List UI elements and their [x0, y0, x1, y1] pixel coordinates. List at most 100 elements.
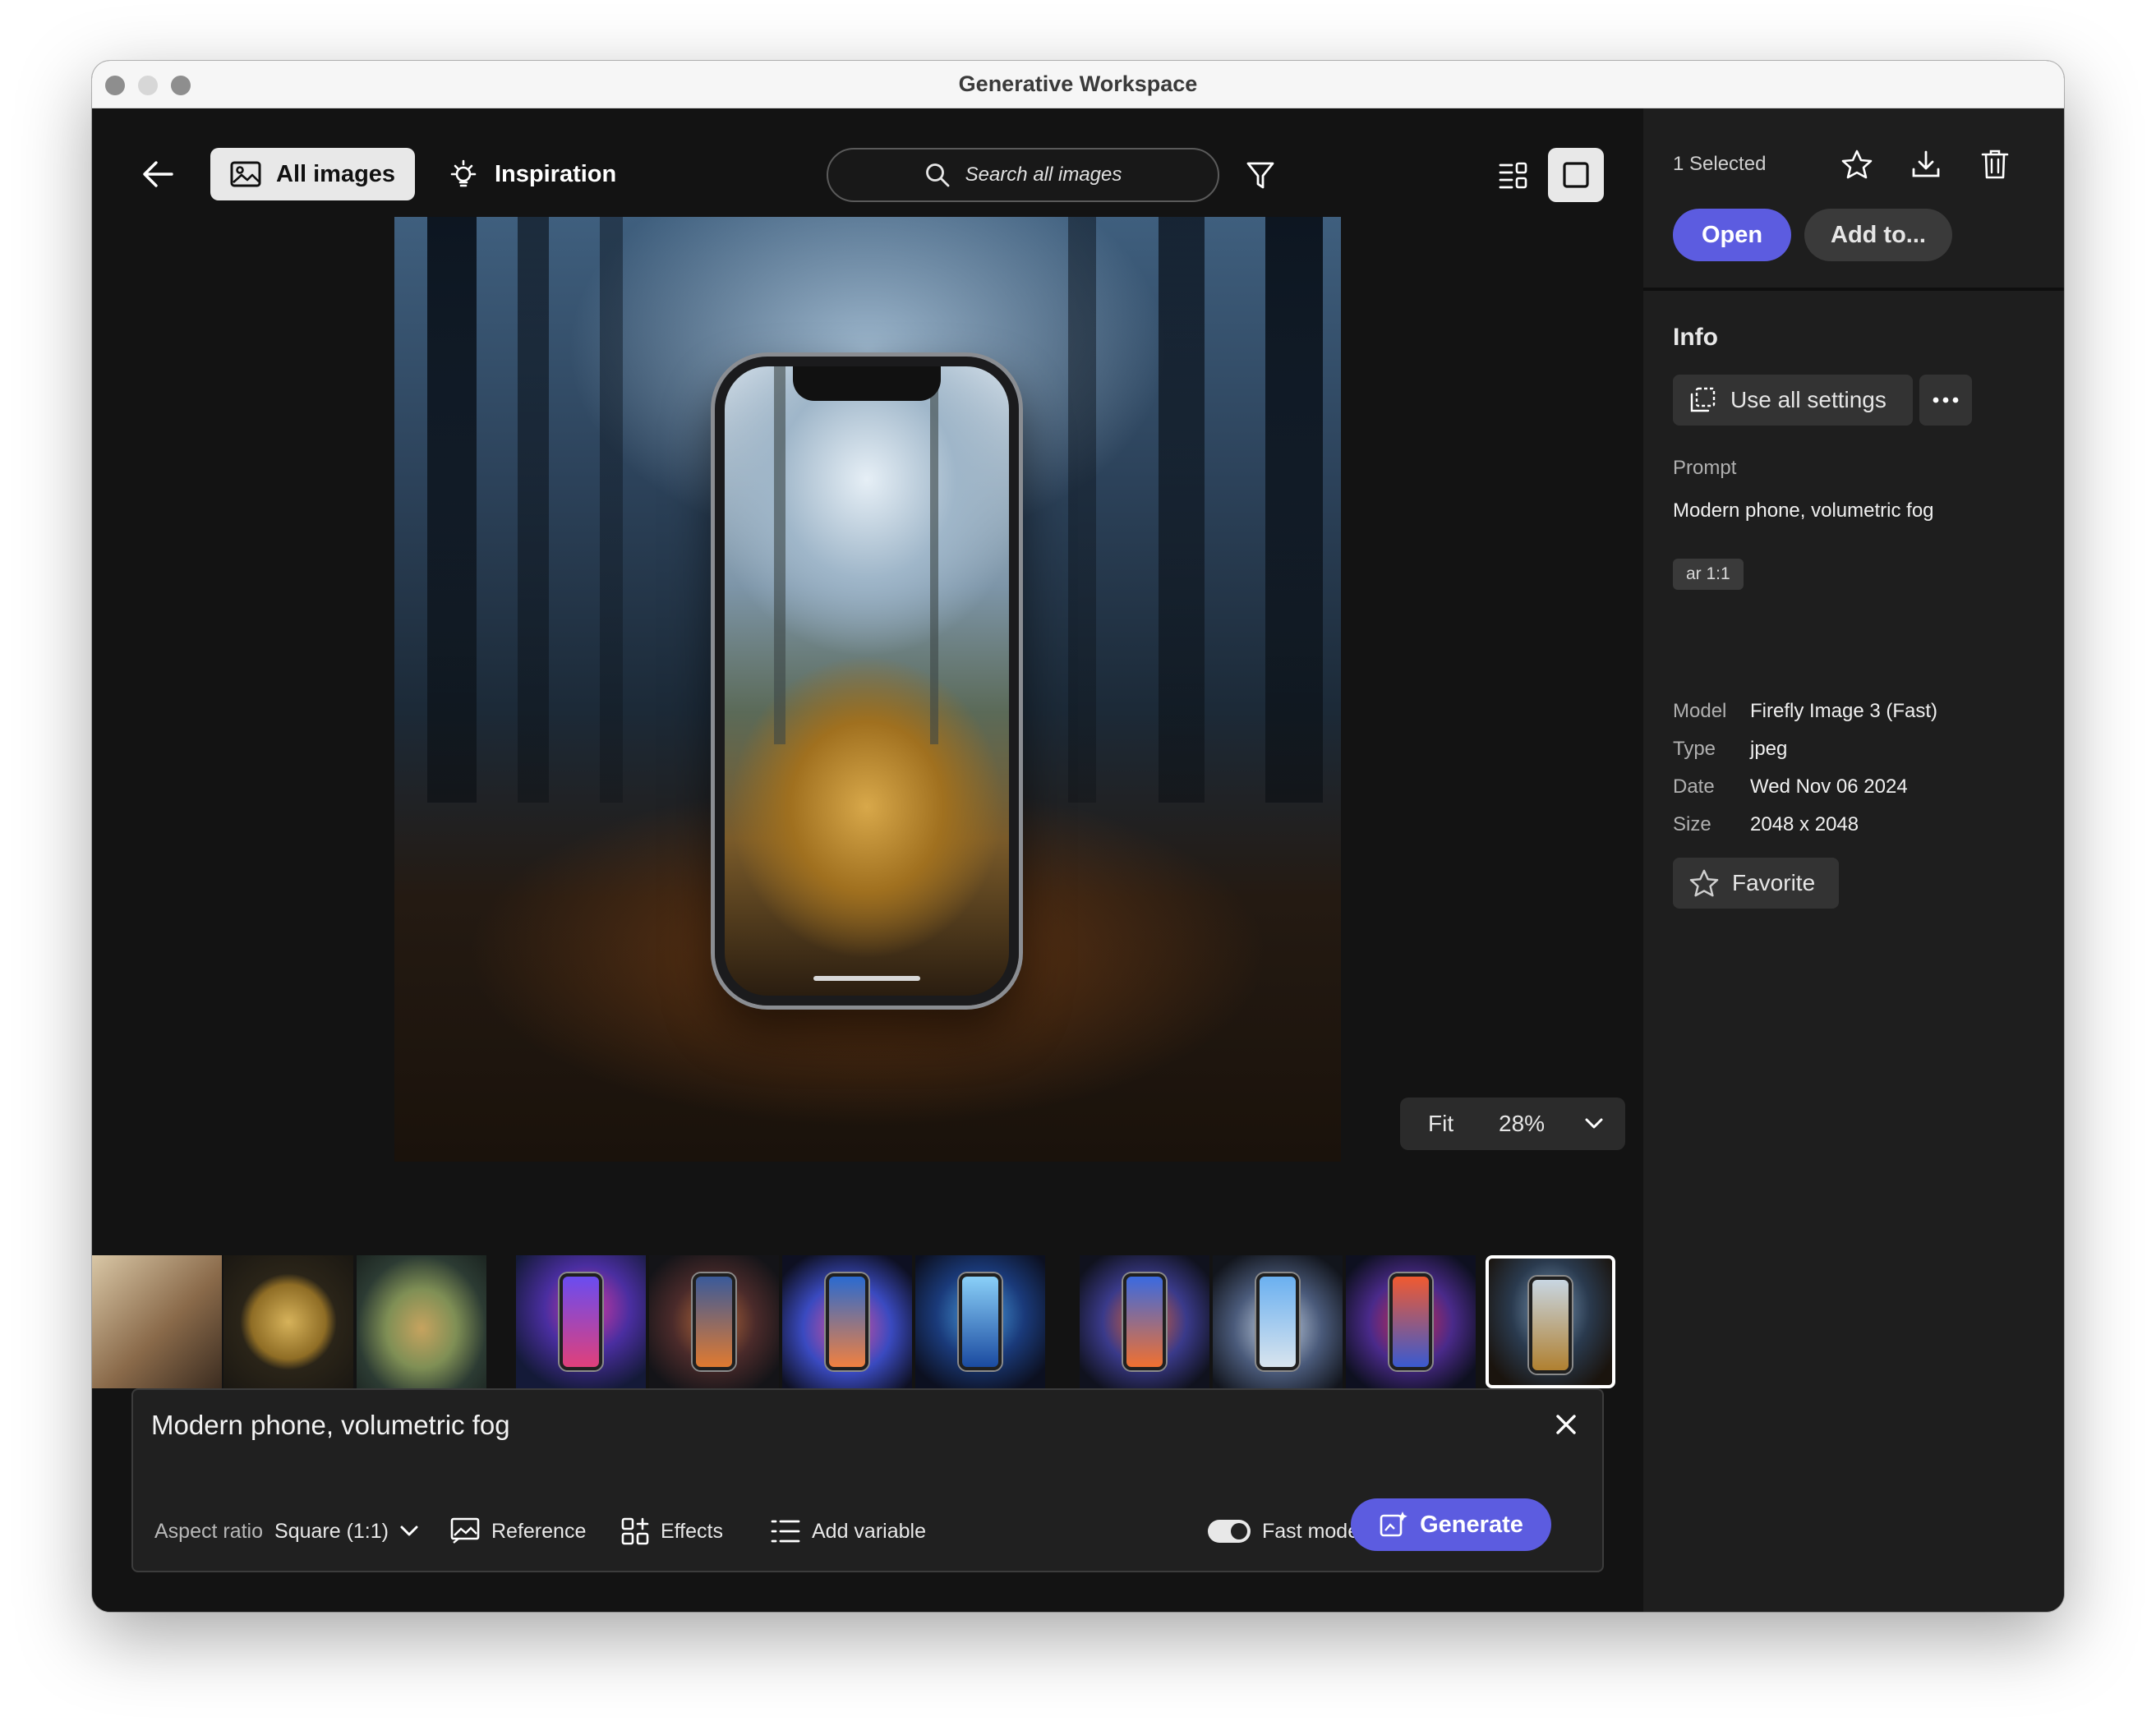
- prompt-input[interactable]: Modern phone, volumetric fog: [151, 1410, 510, 1441]
- tree-trunk: [1068, 217, 1096, 803]
- tree-trunk: [600, 217, 623, 803]
- fit-button[interactable]: Fit: [1400, 1111, 1499, 1137]
- back-button[interactable]: [133, 150, 182, 199]
- details-panel: 1 Selected Open Add to... Info Use all s…: [1643, 108, 2064, 1612]
- square-icon: [1563, 162, 1589, 188]
- title-bar: Generative Workspace: [92, 61, 2064, 108]
- effects-button[interactable]: Effects: [621, 1512, 723, 1551]
- preview-image[interactable]: [394, 217, 1341, 1162]
- thumbnail[interactable]: [649, 1255, 779, 1388]
- list-icon: [771, 1520, 800, 1543]
- thumbnail[interactable]: [915, 1255, 1045, 1388]
- window-controls: [105, 76, 191, 95]
- aspect-ratio-value: Square (1:1): [274, 1519, 389, 1543]
- reference-label: Reference: [491, 1519, 587, 1543]
- list-view-icon: [1499, 162, 1527, 189]
- favorite-button[interactable]: Favorite: [1673, 858, 1839, 909]
- trash-icon: [1981, 150, 2009, 179]
- chevron-down-icon[interactable]: [1584, 1117, 1604, 1130]
- aspect-tag: ar 1:1: [1673, 559, 1744, 590]
- detail-label-type: Type: [1673, 738, 1716, 760]
- lightbulb-icon: [450, 159, 477, 187]
- zoom-control[interactable]: Fit 28%: [1400, 1098, 1625, 1150]
- thumbnail[interactable]: [92, 1255, 222, 1388]
- effects-label: Effects: [661, 1519, 723, 1543]
- fast-mode-label: Fast mode: [1262, 1519, 1360, 1543]
- selection-bar: 1 Selected Open Add to...: [1643, 108, 2064, 291]
- add-to-button[interactable]: Add to...: [1804, 209, 1952, 261]
- phone-notch: [793, 366, 941, 401]
- detail-label-size: Size: [1673, 813, 1711, 835]
- prompt-label: Prompt: [1673, 457, 1737, 479]
- effects-icon: [621, 1517, 649, 1545]
- thumbnail[interactable]: [1080, 1255, 1209, 1388]
- filmstrip: [92, 1255, 1643, 1388]
- window-title: Generative Workspace: [958, 71, 1198, 96]
- search-placeholder: Search all images: [965, 163, 1122, 186]
- info-heading: Info: [1673, 324, 1718, 351]
- app-window: Generative Workspace All images Inspirat…: [92, 61, 2064, 1612]
- add-variable-label: Add variable: [812, 1519, 926, 1543]
- reference-image-icon: [450, 1517, 480, 1544]
- filter-button[interactable]: [1237, 151, 1283, 200]
- prompt-value: Modern phone, volumetric fog: [1673, 499, 1934, 522]
- all-images-tab[interactable]: All images: [210, 148, 416, 200]
- delete-button[interactable]: [1972, 141, 2018, 187]
- toggle-switch[interactable]: [1208, 1520, 1251, 1543]
- star-icon: [1841, 150, 1873, 179]
- generate-icon: [1380, 1512, 1407, 1537]
- single-view-button[interactable]: [1548, 148, 1604, 202]
- reference-button[interactable]: Reference: [450, 1512, 586, 1551]
- image-icon: [230, 161, 261, 187]
- tree-trunk: [427, 217, 477, 803]
- search-input[interactable]: Search all images: [827, 148, 1219, 202]
- detail-value-size: 2048 x 2048: [1750, 813, 1859, 835]
- more-options-button[interactable]: [1919, 375, 1972, 426]
- search-icon: [925, 163, 950, 187]
- main-area: All images Inspiration Search all images: [92, 108, 1643, 1612]
- use-all-settings-label: Use all settings: [1730, 387, 1886, 412]
- phone-illustration: [715, 357, 1019, 1006]
- arrow-left-icon: [143, 161, 173, 187]
- favorite-toggle-button[interactable]: [1834, 141, 1880, 187]
- detail-value-date: Wed Nov 06 2024: [1750, 775, 1908, 798]
- detail-value-model: Firefly Image 3 (Fast): [1750, 700, 1938, 722]
- favorite-label: Favorite: [1732, 870, 1816, 895]
- tree-trunk: [1159, 217, 1205, 803]
- inspiration-tab[interactable]: Inspiration: [427, 148, 636, 200]
- close-icon: [1556, 1415, 1576, 1434]
- list-view-button[interactable]: [1489, 151, 1538, 200]
- copy-settings-icon: [1690, 387, 1716, 412]
- close-window-button[interactable]: [105, 76, 125, 95]
- aspect-ratio-label: Aspect ratio: [154, 1519, 264, 1543]
- clear-prompt-button[interactable]: [1546, 1405, 1586, 1444]
- thumbnail[interactable]: [782, 1255, 912, 1388]
- generate-button[interactable]: Generate: [1351, 1498, 1551, 1551]
- tree-trunk: [518, 217, 549, 803]
- inspiration-label: Inspiration: [495, 160, 617, 187]
- aspect-ratio-select[interactable]: Aspect ratio Square (1:1): [154, 1512, 418, 1551]
- thumbnail[interactable]: [223, 1255, 353, 1388]
- phone-home-bar: [813, 976, 920, 981]
- thumbnail[interactable]: [1213, 1255, 1343, 1388]
- zoom-level: 28%: [1499, 1111, 1546, 1136]
- star-icon: [1689, 869, 1719, 897]
- detail-label-date: Date: [1673, 775, 1715, 798]
- minimize-window-button[interactable]: [138, 76, 158, 95]
- detail-value-type: jpeg: [1750, 738, 1788, 760]
- download-button[interactable]: [1903, 141, 1949, 187]
- thumbnail-selected[interactable]: [1486, 1255, 1615, 1388]
- zoom-window-button[interactable]: [171, 76, 191, 95]
- chevron-down-icon: [400, 1526, 418, 1536]
- thumbnail[interactable]: [1346, 1255, 1476, 1388]
- detail-label-model: Model: [1673, 700, 1727, 722]
- ellipsis-icon: [1933, 397, 1959, 403]
- filter-icon: [1246, 162, 1274, 189]
- thumbnail[interactable]: [357, 1255, 486, 1388]
- generate-label: Generate: [1420, 1511, 1523, 1538]
- fast-mode-toggle[interactable]: Fast mode: [1208, 1512, 1359, 1551]
- thumbnail[interactable]: [516, 1255, 646, 1388]
- open-button[interactable]: Open: [1673, 209, 1791, 261]
- add-variable-button[interactable]: Add variable: [771, 1512, 926, 1551]
- use-all-settings-button[interactable]: Use all settings: [1673, 375, 1913, 426]
